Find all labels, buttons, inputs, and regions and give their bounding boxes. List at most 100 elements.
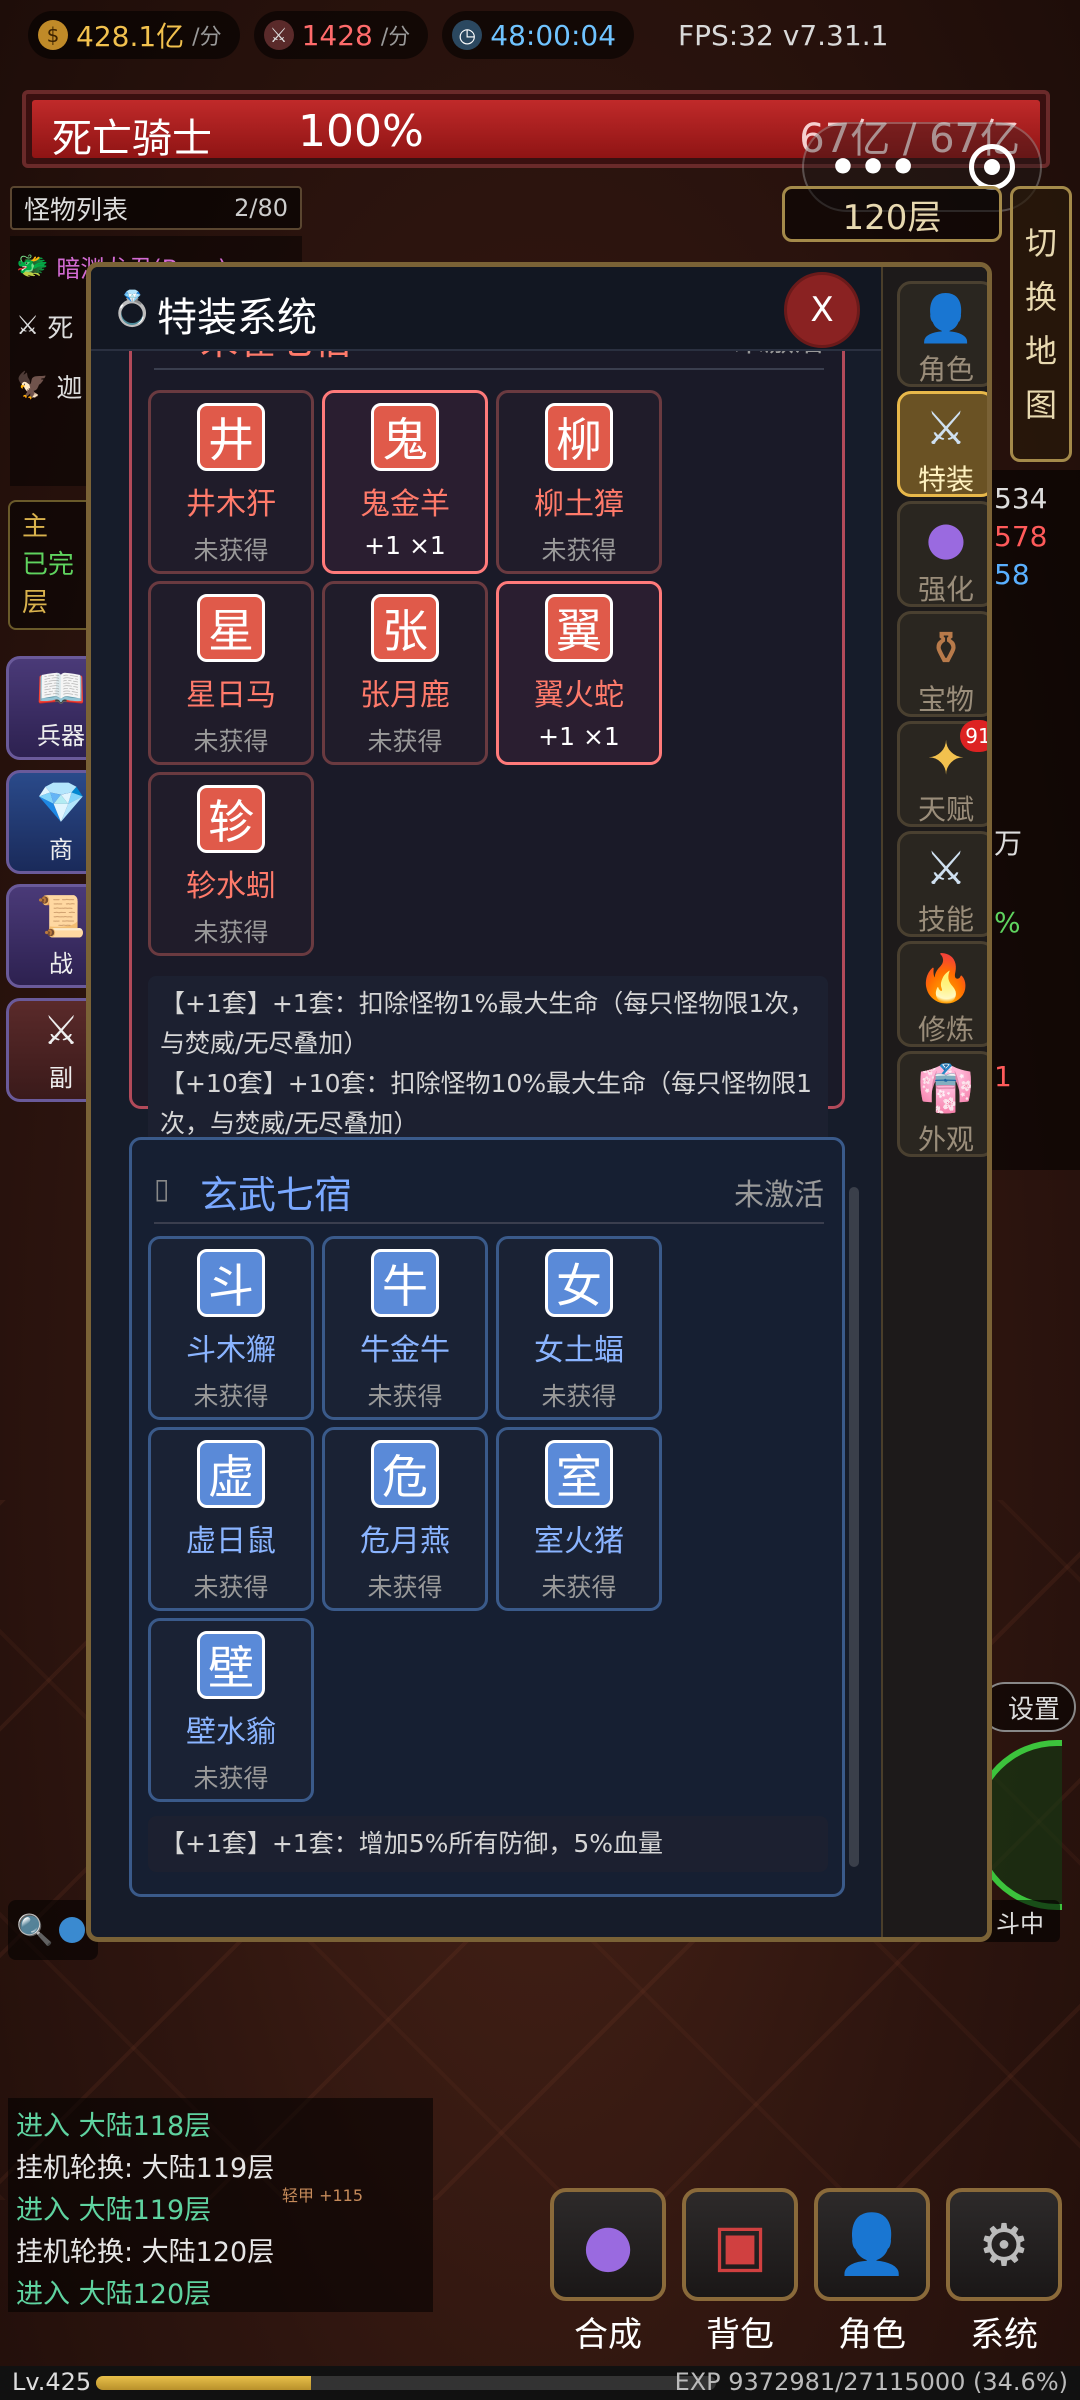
settings-button[interactable]: 设置 [980, 1682, 1076, 1732]
equipment-status: 未获得 [541, 1382, 617, 1411]
equipment-slot[interactable]: 张 张月鹿 未获得 [322, 581, 488, 765]
monster-list-header[interactable]: 怪物列表 2/80 [10, 186, 302, 230]
gold-value: 428.1亿 [76, 20, 185, 53]
equipment-status: 未获得 [367, 1382, 443, 1411]
modal-scrollbar[interactable] [849, 1187, 859, 1867]
switch-map-char: 图 [1024, 386, 1057, 424]
fighting-status: 斗中 [980, 1900, 1060, 1942]
fps-version: FPS:32 v7.31.1 [678, 18, 889, 52]
tab-appearance[interactable]: 👘 外观 [897, 1051, 987, 1157]
money-bag-icon: $ [38, 20, 68, 50]
set-bonus-text: 【+1套】+1套：增加5%所有防御，5%血量 [160, 1829, 664, 1858]
equipment-slot[interactable]: 牛 牛金牛 未获得 [322, 1236, 488, 1420]
gold-rate: $ 428.1亿 /分 [28, 11, 240, 59]
tab-label: 角色 [917, 353, 974, 386]
set-card-zhuque: ▯ 朱雀七宿 未激活 井 井木犴 未获得 鬼 鬼金羊 +1 ×1 柳 柳土獐 未… [129, 351, 845, 1152]
tab-skills[interactable]: ⚔ 技能 [897, 831, 987, 937]
set-bonus-text: 【+1套】+1套：扣除怪物1%最大生命（每只怪物限1次，与焚威/无尽叠加） [160, 989, 815, 1058]
switch-map-button[interactable]: 切 换 地 图 [1010, 186, 1072, 462]
equipment-slot[interactable]: 井 井木犴 未获得 [148, 390, 314, 574]
set-header: ▯ 朱雀七宿 未激活 [154, 351, 824, 370]
equipment-glyph: 女 [545, 1249, 613, 1317]
tab-talent[interactable]: ✦ 天赋 91 [897, 720, 987, 827]
monster-list-title: 怪物列表 [24, 195, 129, 226]
equipment-name: 牛金牛 [360, 1333, 450, 1368]
equipment-glyph: 鬼 [371, 403, 439, 471]
set-name: 朱雀七宿 [200, 351, 352, 365]
close-miniprogram-icon[interactable] [969, 144, 1016, 190]
stats-panel: 534 578 58 万 % 1 [990, 470, 1080, 1170]
player-level: Lv.425 [12, 2368, 92, 2396]
equipment-name: 井木犴 [186, 487, 276, 522]
stat-value: % [994, 906, 1021, 939]
stat-value: 58 [994, 558, 1030, 591]
xp-fill [96, 2376, 311, 2390]
equipment-slot[interactable]: 柳 柳土獐 未获得 [496, 390, 662, 574]
kill-unit: /分 [380, 25, 411, 50]
tab-character[interactable]: 👤 角色 [897, 281, 987, 387]
equipment-glyph: 柳 [545, 403, 613, 471]
set-header: ▯ 玄武七宿 未激活 [154, 1154, 824, 1224]
nav-backpack[interactable]: ▣ 背包 [680, 2188, 800, 2356]
equipment-slot[interactable]: 室 室火猪 未获得 [496, 1427, 662, 1611]
equipment-glyph: 危 [371, 1440, 439, 1508]
scroll-icon: 📜 [36, 894, 86, 940]
monster-name: 迦 [56, 373, 83, 404]
search-button[interactable]: 🔍 [8, 1900, 98, 1960]
nav-synthesis[interactable]: ● 合成 [548, 2188, 668, 2356]
equipment-slot[interactable]: 轸 轸水蚓 未获得 [148, 772, 314, 956]
equipment-glyph: 翼 [545, 594, 613, 662]
equipment-slot[interactable]: 翼 翼火蛇 +1 ×1 [496, 581, 662, 765]
equipment-slot[interactable]: 斗 斗木獬 未获得 [148, 1236, 314, 1420]
tab-special-equipment[interactable]: ⚔ 特装 [897, 391, 987, 497]
gold-unit: /分 [192, 25, 222, 50]
close-button[interactable]: X [784, 272, 860, 348]
ring-icon: 💍 [111, 289, 154, 329]
xp-track [96, 2376, 716, 2390]
battle-order-label: 战 [49, 950, 73, 978]
equipment-glyph: 壁 [197, 1631, 265, 1699]
equipment-slot[interactable]: 女 女土蝠 未获得 [496, 1236, 662, 1420]
book-icon: 📖 [36, 666, 86, 712]
xp-text: EXP 9372981/27115000 (34.6%) [674, 2368, 1068, 2396]
set-status: 未激活 [734, 1178, 824, 1213]
equipment-status: 未获得 [193, 1382, 269, 1411]
modal-tab-bar: 👤 角色 ⚔ 特装 ● 强化 ⚱ 宝物 ✦ 天赋 91 ⚔ 技能 🔥 修炼 👘 … [881, 267, 987, 1937]
swords-icon: ⚔ [16, 311, 40, 341]
tab-label: 特装 [917, 463, 974, 496]
equipment-glyph: 张 [371, 594, 439, 662]
nav-character[interactable]: 👤 角色 [812, 2188, 932, 2356]
stopwatch-icon: ◷ [452, 20, 483, 50]
switch-map-char: 地 [1024, 332, 1057, 370]
equipment-status: 未获得 [367, 727, 443, 756]
nav-label: 系统 [970, 2315, 1038, 2355]
tab-cultivation[interactable]: 🔥 修炼 [897, 941, 987, 1047]
nav-system[interactable]: ⚙ 系统 [944, 2188, 1064, 2356]
equipment-glyph: 虚 [197, 1440, 265, 1508]
orb-icon: ● [925, 511, 967, 565]
more-menu-icon[interactable]: ••• [829, 142, 919, 193]
equipment-slot[interactable]: 壁 壁水貐 未获得 [148, 1618, 314, 1802]
equipment-slot[interactable]: 危 危月燕 未获得 [322, 1427, 488, 1611]
orb-icon: ● [550, 2188, 666, 2301]
eagle-icon: 🦅 [16, 371, 49, 401]
tab-label: 强化 [917, 573, 974, 606]
set-bonus-text: 【+10套】+10套：扣除怪物10%最大生命（每只怪物限1次，与焚威/无尽叠加） [160, 1069, 812, 1138]
nav-label: 角色 [838, 2315, 906, 2355]
dungeon-label: 副 [49, 1064, 73, 1092]
equipment-name: 鬼金羊 [360, 487, 450, 522]
modal-scroll-area[interactable]: ▯ 朱雀七宿 未激活 井 井木犴 未获得 鬼 鬼金羊 +1 ×1 柳 柳土獐 未… [91, 351, 881, 1937]
timer-value: 48:00:04 [490, 18, 617, 52]
set-bonus-list: 【+1套】+1套：增加5%所有防御，5%血量 [148, 1816, 828, 1872]
tab-treasure[interactable]: ⚱ 宝物 [897, 611, 987, 717]
crossed-swords-icon: ⚔ [263, 20, 294, 50]
switch-map-char: 切 [1024, 224, 1057, 262]
log-line: 挂机轮换: 大陆120层 [16, 2237, 275, 2268]
equipment-status: 未获得 [193, 727, 269, 756]
tab-enhance[interactable]: ● 强化 [897, 501, 987, 607]
timer: ◷ 48:00:04 [442, 11, 635, 59]
equipment-slot[interactable]: 虚 虚日鼠 未获得 [148, 1427, 314, 1611]
shop-label: 商 [49, 836, 73, 864]
equipment-slot[interactable]: 鬼 鬼金羊 +1 ×1 [322, 390, 488, 574]
equipment-slot[interactable]: 星 星日马 未获得 [148, 581, 314, 765]
